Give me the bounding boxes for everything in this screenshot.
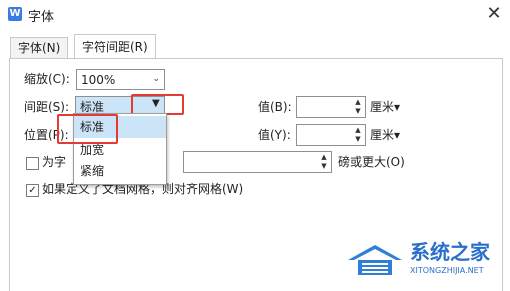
- watermark-domain: XITONGZHIJIA.NET: [410, 266, 484, 275]
- spin-up-icon[interactable]: ▲: [318, 153, 330, 161]
- wps-app-icon: W: [8, 7, 22, 21]
- scale-combo[interactable]: 100% ⌄: [76, 69, 165, 90]
- watermark-name: 系统之家: [410, 240, 490, 264]
- chevron-down-icon: ⌄: [152, 74, 160, 84]
- scale-value: 100%: [81, 73, 116, 87]
- kerning-label: 为字: [42, 155, 67, 169]
- dialog-title: 字体: [28, 10, 55, 25]
- spin-up-icon[interactable]: ▲: [352, 126, 364, 134]
- grid-align-checkbox[interactable]: ✓: [26, 184, 39, 197]
- highlight-box-dropdown-arrow: ▼: [131, 94, 184, 115]
- tab-font[interactable]: 字体(N): [10, 37, 69, 58]
- spacing-unit[interactable]: 厘米▾: [370, 98, 400, 116]
- scale-label: 缩放(C):: [24, 72, 70, 86]
- kerning-input[interactable]: ▲ ▼: [183, 151, 332, 173]
- position-value-input[interactable]: ▲ ▼: [296, 124, 366, 146]
- spin-down-icon[interactable]: ▼: [352, 107, 364, 115]
- dropdown-arrow-icon[interactable]: ▼: [152, 97, 160, 111]
- kerning-checkbox[interactable]: [26, 157, 39, 170]
- kerning-suffix: 磅或更大(O): [338, 155, 405, 169]
- spacing-value-input[interactable]: ▲ ▼: [296, 96, 366, 118]
- spin-down-icon[interactable]: ▼: [318, 162, 330, 170]
- position-value-label: 值(Y):: [258, 128, 291, 142]
- tab-character-spacing[interactable]: 字符间距(R): [74, 34, 156, 59]
- position-unit[interactable]: 厘米▾: [370, 126, 400, 144]
- spin-up-icon[interactable]: ▲: [352, 98, 364, 106]
- title-bar: [0, 0, 510, 32]
- highlight-box-option: [57, 114, 118, 144]
- close-icon[interactable]: ✕: [484, 2, 504, 26]
- house-logo-icon: [344, 242, 406, 278]
- spacing-value-label: 值(B):: [258, 100, 292, 114]
- dropdown-option-condensed[interactable]: 紧缩: [74, 160, 166, 182]
- spin-down-icon[interactable]: ▼: [352, 135, 364, 143]
